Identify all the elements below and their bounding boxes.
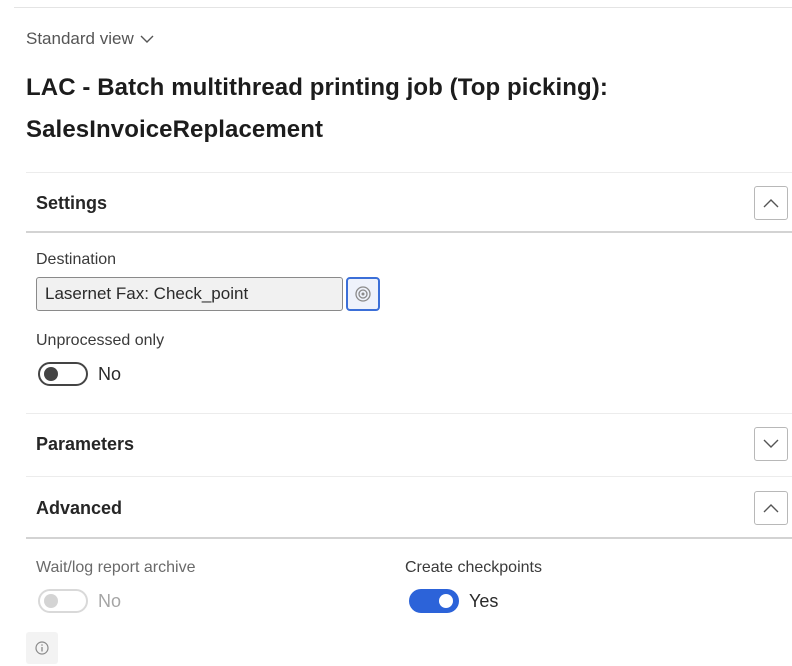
chevron-up-icon [763,504,779,513]
parameters-section-header[interactable]: Parameters [26,414,792,474]
advanced-header-divider [26,537,792,539]
page-title-line2: SalesInvoiceReplacement [26,116,324,143]
wait-log-label: Wait/log report archive [36,559,196,576]
settings-section-header[interactable]: Settings [26,173,792,233]
unprocessed-only-toggle[interactable] [38,362,88,386]
view-selector-label: Standard view [26,29,134,48]
advanced-section-header[interactable]: Advanced [26,478,792,538]
unprocessed-only-label: Unprocessed only [36,332,165,349]
parameters-section-title: Parameters [36,433,135,454]
wait-log-toggle [38,589,88,613]
toggle-knob [439,594,453,608]
destination-lookup-button[interactable] [346,277,380,311]
unprocessed-only-value: No [98,364,122,384]
settings-section-title: Settings [36,192,108,213]
chevron-up-icon [763,199,779,208]
lookup-gear-icon [355,286,371,302]
info-icon [35,641,49,655]
advanced-section-title: Advanced [36,497,123,518]
settings-header-divider [26,231,792,233]
toggle-knob [44,367,58,381]
create-checkpoints-value: Yes [469,591,499,611]
destination-label: Destination [36,251,117,268]
top-border [14,7,792,8]
chevron-down-icon [140,35,154,43]
section-divider [26,476,792,477]
view-selector[interactable]: Standard view [26,29,154,49]
toggle-knob [44,594,58,608]
advanced-collapse-button[interactable] [754,491,788,525]
wait-log-value: No [98,591,122,611]
create-checkpoints-label: Create checkpoints [405,559,542,576]
page-title: LAC - Batch multithread printing job (To… [26,67,766,151]
info-button[interactable] [26,632,58,664]
parameters-expand-button[interactable] [754,427,788,461]
create-checkpoints-toggle[interactable] [409,589,459,613]
page-title-line1: LAC - Batch multithread printing job (To… [26,74,608,101]
chevron-down-icon [763,439,779,448]
destination-field[interactable]: Lasernet Fax: Check_point [36,277,343,311]
settings-collapse-button[interactable] [754,186,788,220]
